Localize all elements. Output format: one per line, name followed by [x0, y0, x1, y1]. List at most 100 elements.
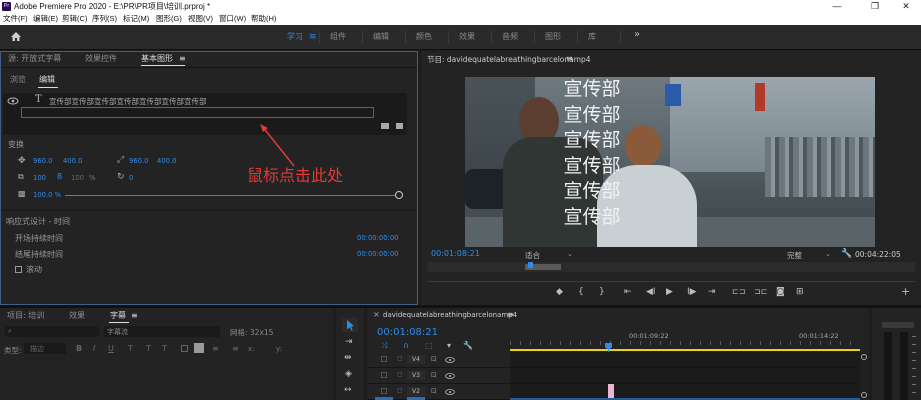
fit-dropdown[interactable]: 适合	[525, 250, 540, 261]
highlighted-layer-box[interactable]	[21, 107, 374, 118]
subtab-browse[interactable]: 浏览	[10, 73, 26, 87]
position-x[interactable]: 960.0	[33, 157, 52, 165]
anchor-x[interactable]: 960.0	[129, 157, 148, 165]
workspace-menu-icon[interactable]: ≡	[309, 32, 317, 42]
menu-help[interactable]: 帮助(H)	[251, 14, 276, 24]
go-to-in-icon[interactable]: ⇤	[624, 287, 632, 297]
quality-dropdown-chevron-icon[interactable]: ⌄	[825, 250, 831, 258]
color-swatch[interactable]	[194, 343, 204, 353]
subtab-edit[interactable]: 编辑	[39, 73, 55, 87]
bold-icon[interactable]: B	[76, 344, 82, 353]
step-back-icon[interactable]: ◀I	[646, 287, 656, 297]
menu-sequence[interactable]: 序列(S)	[92, 14, 117, 24]
razor-icon[interactable]: ◈	[345, 369, 352, 379]
opacity-slider-handle[interactable]	[395, 191, 403, 199]
opacity-slider-track[interactable]	[65, 195, 399, 196]
menu-marker[interactable]: 标记(M)	[123, 14, 149, 24]
eye-icon[interactable]	[7, 97, 19, 105]
text-outline-icon[interactable]: T	[162, 344, 167, 353]
menu-view[interactable]: 视图(V)	[188, 14, 213, 24]
link-icon[interactable]: 8	[57, 172, 62, 181]
track-eye-icon[interactable]	[445, 357, 455, 363]
timeline-tab[interactable]: davidequatelabreathingbarcelonamp4	[383, 311, 517, 319]
tab-titles[interactable]: 字幕	[110, 309, 126, 323]
ripple-edit-icon[interactable]: ⇹	[344, 353, 352, 363]
rotation-value[interactable]: 0	[129, 174, 133, 182]
align-left-icon[interactable]: ≡	[212, 344, 219, 353]
target-icon[interactable]: ▢	[397, 387, 403, 394]
work-area-bar[interactable]	[510, 349, 860, 351]
project-menu-icon[interactable]: ≡	[131, 309, 138, 323]
program-menu-icon[interactable]: ≡	[566, 54, 573, 63]
timeline-settings-icon[interactable]: 🔧	[463, 341, 473, 350]
lock-icon[interactable]	[381, 372, 387, 378]
tab-effects[interactable]: 效果	[69, 309, 85, 323]
menu-clip[interactable]: 剪辑(C)	[62, 14, 87, 24]
track-label[interactable]: V4	[407, 355, 425, 364]
lock-icon[interactable]	[381, 356, 387, 362]
sync-lock-icon[interactable]: ⊡	[431, 355, 437, 363]
timeline-timecode[interactable]: 00:01:08:21	[377, 327, 438, 338]
workspace-audio[interactable]: 音频	[502, 32, 518, 42]
type-dropdown[interactable]: 描边	[24, 343, 66, 354]
step-forward-icon[interactable]: I▶	[687, 287, 697, 297]
snap-icon[interactable]: ⤨	[381, 341, 387, 351]
menu-edit[interactable]: 编辑(E)	[33, 14, 58, 24]
go-to-out-icon[interactable]: ⇥	[708, 287, 716, 297]
play-icon[interactable]: ▶	[666, 287, 673, 297]
tab-essential-graphics[interactable]: 基本图形	[141, 52, 173, 66]
new-layer-icon[interactable]	[381, 123, 389, 129]
search-input[interactable]: ⌕	[4, 326, 100, 337]
eg-panel-menu-icon[interactable]: ≡	[179, 52, 186, 66]
anchor-y[interactable]: 400.0	[157, 157, 176, 165]
outro-duration-value[interactable]: 00:00:00:00	[357, 250, 398, 258]
lift-icon[interactable]: ⊏⊐	[732, 287, 745, 296]
add-marker-icon[interactable]: ◆	[556, 287, 563, 297]
workspace-effects[interactable]: 效果	[459, 32, 475, 42]
menu-file[interactable]: 文件(F)	[3, 14, 28, 24]
workspace-more-icon[interactable]: »	[634, 30, 640, 40]
playhead-icon[interactable]	[528, 262, 533, 268]
sync-lock-icon[interactable]: ⊡	[431, 387, 437, 395]
wrench-icon[interactable]: 🔧	[841, 249, 852, 259]
underline-icon[interactable]: U	[108, 344, 114, 353]
scale-value[interactable]: 100	[33, 174, 46, 182]
track-eye-icon[interactable]	[445, 389, 455, 395]
track-eye-icon[interactable]	[445, 373, 455, 379]
extract-icon[interactable]: ⊐⊏	[754, 287, 767, 296]
program-timecode[interactable]: 00:01:08:21	[431, 249, 480, 258]
position-y[interactable]: 400.0	[63, 157, 82, 165]
tab-effect-controls[interactable]: 效果控件	[85, 52, 117, 66]
minimize-button[interactable]: —	[822, 0, 852, 13]
text-layer-label[interactable]: 宣传部宣传部宣传部宣传部宣传部宣传部宣传部	[49, 96, 207, 107]
linked-selection-icon[interactable]: ∩	[403, 341, 409, 350]
scroll-handle[interactable]	[861, 392, 867, 398]
lock-icon[interactable]	[381, 388, 387, 394]
background-toggle-icon[interactable]	[181, 345, 188, 352]
timeline-menu-icon[interactable]: ≡	[507, 310, 514, 319]
comparison-view-icon[interactable]: ⊞	[796, 287, 804, 297]
tab-project[interactable]: 项目: 培训	[7, 309, 44, 323]
close-button[interactable]: ✕	[891, 0, 921, 13]
menu-window[interactable]: 窗口(W)	[219, 14, 246, 24]
restore-button[interactable]: ❐	[860, 0, 890, 13]
intro-duration-value[interactable]: 00:00:00:00	[357, 234, 398, 242]
overlay-caption-block[interactable]: 宣传部 宣传部 宣传部 宣传部 宣传部 宣传部	[557, 77, 627, 230]
graphic-clip[interactable]	[608, 384, 614, 398]
video-frame[interactable]: 宣传部 宣传部 宣传部 宣传部 宣传部 宣传部	[465, 77, 875, 247]
workspace-graphics[interactable]: 图形	[545, 32, 561, 42]
fit-dropdown-chevron-icon[interactable]: ⌄	[567, 250, 573, 258]
tab-source[interactable]: 源: 开放式字幕	[8, 52, 61, 66]
menu-graphics[interactable]: 图形(G)	[156, 14, 182, 24]
roll-checkbox[interactable]	[15, 266, 22, 273]
workspace-learn[interactable]: 学习	[287, 32, 303, 42]
mark-out-icon[interactable]: }	[599, 287, 605, 297]
mark-in-icon[interactable]: {	[578, 287, 584, 297]
track-label[interactable]: V2	[407, 387, 425, 396]
target-icon[interactable]: ▢	[397, 371, 403, 378]
text-color-icon[interactable]: T	[128, 344, 133, 353]
align-center-icon[interactable]: ≡	[232, 344, 239, 353]
text-background-icon[interactable]: T	[146, 344, 151, 353]
track-select-icon[interactable]: ⇥	[345, 337, 353, 347]
add-button[interactable]: +	[901, 285, 910, 298]
